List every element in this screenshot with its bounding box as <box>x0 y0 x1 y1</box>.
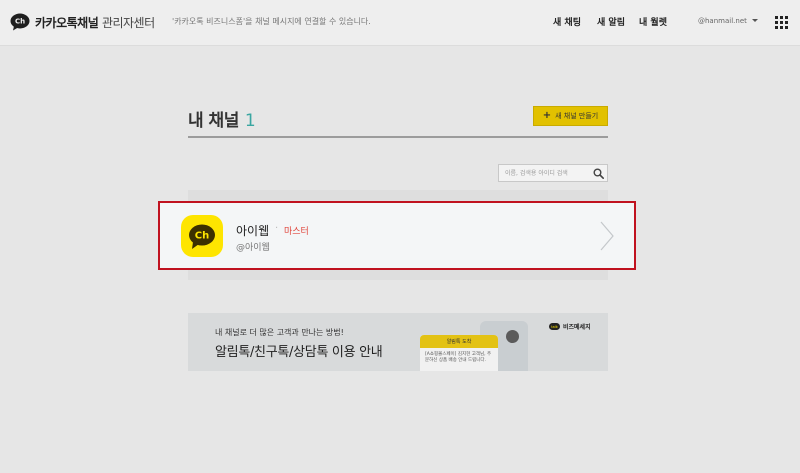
banner-title: 알림톡/친구톡/상담톡 이용 안내 <box>215 345 383 360</box>
separator-dot: · <box>275 223 279 234</box>
page-title: 내 채널 1 <box>188 106 256 131</box>
channel-list-item[interactable]: Ch 아이웹 · 마스터 @아이웹 <box>158 201 636 270</box>
avatar-text: Ch <box>195 230 209 241</box>
page-title-text: 내 채널 <box>188 111 239 131</box>
title-divider <box>188 136 608 138</box>
logo[interactable]: Ch 카카오톡채널 관리자센터 <box>10 12 155 32</box>
nav-my-wallet[interactable]: 내 월렛 <box>639 15 667 28</box>
caret-down-icon[interactable] <box>752 19 758 22</box>
talk-logo-icon: talk <box>549 323 560 330</box>
plus-icon: + <box>542 110 552 121</box>
channel-avatar: Ch <box>181 215 223 257</box>
header-notice[interactable]: '카카오톡 비즈니스폼'을 채널 메시지에 연결할 수 있습니다. <box>172 16 371 27</box>
bizmessage-text: 비즈메세지 <box>563 324 591 331</box>
channel-count: 1 <box>244 111 256 131</box>
apps-grid-icon[interactable] <box>775 16 788 29</box>
create-channel-button[interactable]: + 새 채널 만들기 <box>533 106 608 126</box>
user-account-menu[interactable]: @hanmail.net <box>698 17 747 25</box>
logo-subtext: 관리자센터 <box>101 15 155 30</box>
channel-id: @아이웹 <box>236 243 270 253</box>
message-preview-card: 알림톡 도착 [A쇼핑몰스페이] 김지현 고객님, 주문하신 상품 배송 안내 … <box>420 335 498 371</box>
nav-new-alert[interactable]: 새 알림 <box>597 15 625 28</box>
kakao-channel-logo-icon: Ch <box>10 13 30 31</box>
chevron-right-icon[interactable] <box>600 221 614 251</box>
top-header: Ch 카카오톡채널 관리자센터 '카카오톡 비즈니스폼'을 채널 메시지에 연결… <box>0 0 800 46</box>
channel-name: 아이웹 <box>236 224 270 238</box>
svg-text:Ch: Ch <box>15 18 25 26</box>
channel-role: 마스터 <box>284 227 309 237</box>
search-icon[interactable] <box>593 168 604 179</box>
message-preview-body: [A쇼핑몰스페이] 김지현 고객님, 주문하신 상품 배송 안내 드립니다. <box>425 352 492 364</box>
logo-text: 카카오톡채널 <box>35 15 99 30</box>
channel-search <box>498 164 608 182</box>
nav-new-chat[interactable]: 새 채팅 <box>553 15 581 28</box>
message-preview-title: 알림톡 도착 <box>420 335 498 348</box>
search-input[interactable] <box>505 165 589 181</box>
bizmessage-logo: talk 비즈메세지 <box>549 322 591 331</box>
banner-subtitle: 내 채널로 더 많은 고객과 만나는 방법! <box>215 328 344 337</box>
create-channel-label: 새 채널 만들기 <box>555 112 599 120</box>
talk-badge-icon <box>506 330 519 343</box>
kakao-channel-avatar-icon: Ch <box>189 224 215 249</box>
promo-banner[interactable]: 내 채널로 더 많은 고객과 만나는 방법! 알림톡/친구톡/상담톡 이용 안내… <box>188 313 608 371</box>
